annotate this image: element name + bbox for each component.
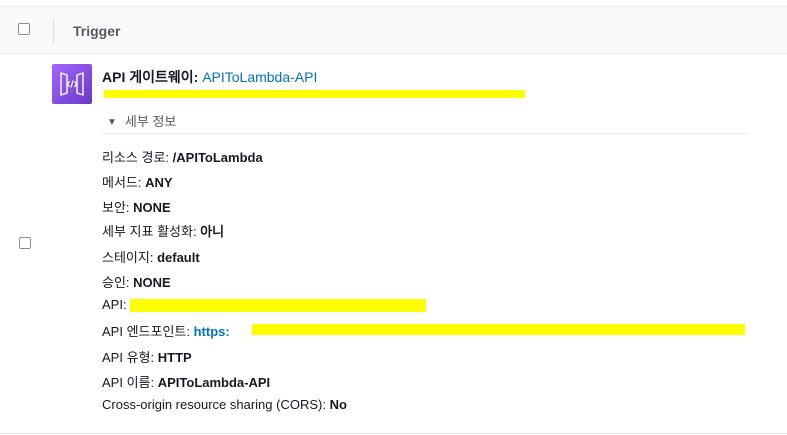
detail-value: default (157, 250, 200, 265)
detail-resource-path: 리소스 경로: /APIToLambda (102, 147, 263, 165)
detail-label: 리소스 경로: (102, 150, 170, 165)
detail-value: No (329, 397, 347, 412)
details-toggle-label: 세부 정보 (124, 114, 177, 129)
detail-value: ANY (145, 175, 173, 190)
detail-value: 아니 (200, 224, 225, 239)
column-title-trigger: Trigger (73, 23, 121, 39)
trigger-title: API 게이트웨이: APIToLambda-API (102, 67, 317, 87)
api-gateway-icon (52, 64, 92, 104)
detail-value: APIToLambda-API (157, 375, 271, 390)
detail-label: API 이름: (102, 375, 155, 390)
detail-label: 메서드: (102, 175, 142, 190)
details-divider (102, 133, 747, 134)
details-expander[interactable]: ▼ 세부 정보 (107, 111, 176, 130)
select-all-checkbox[interactable] (18, 23, 30, 35)
detail-endpoint: API 엔드포인트: https: (102, 321, 230, 339)
api-gateway-link[interactable]: APIToLambda-API (202, 69, 317, 85)
detail-api-name: API 이름: APIToLambda-API (102, 372, 270, 390)
detail-value: NONE (133, 275, 171, 290)
row-bottom-divider (0, 433, 787, 434)
detail-api-id: API: (102, 297, 127, 315)
trigger-type-label: API 게이트웨이: (102, 69, 199, 85)
detail-label: API 엔드포인트: (102, 324, 190, 339)
detail-label: API 유형: (102, 350, 155, 365)
detail-value: /APIToLambda (172, 150, 263, 165)
detail-label: 세부 지표 활성화: (102, 224, 197, 239)
detail-label: API: (102, 297, 127, 312)
detail-label: 승인: (102, 275, 130, 290)
endpoint-link[interactable]: https: (194, 324, 230, 339)
detail-method: 메서드: ANY (102, 172, 173, 190)
detail-metrics: 세부 지표 활성화: 아니 (102, 221, 224, 239)
detail-label: 스테이지: (102, 250, 154, 265)
detail-cors: Cross-origin resource sharing (CORS): No (102, 397, 347, 415)
detail-label: 보안: (102, 200, 130, 215)
column-divider (53, 19, 54, 43)
caret-down-icon: ▼ (107, 117, 117, 128)
detail-authorization: 승인: NONE (102, 272, 171, 290)
detail-security: 보안: NONE (102, 197, 171, 215)
redacted-endpoint-url (252, 324, 745, 335)
detail-stage: 스테이지: default (102, 247, 200, 265)
redacted-arn (104, 90, 525, 98)
table-header: Trigger (0, 6, 787, 54)
detail-value: NONE (133, 200, 171, 215)
row-checkbox[interactable] (19, 237, 31, 249)
detail-api-type: API 유형: HTTP (102, 347, 192, 365)
redacted-api-id (130, 299, 426, 312)
detail-value: HTTP (157, 350, 192, 365)
detail-label: Cross-origin resource sharing (CORS): (102, 397, 326, 412)
